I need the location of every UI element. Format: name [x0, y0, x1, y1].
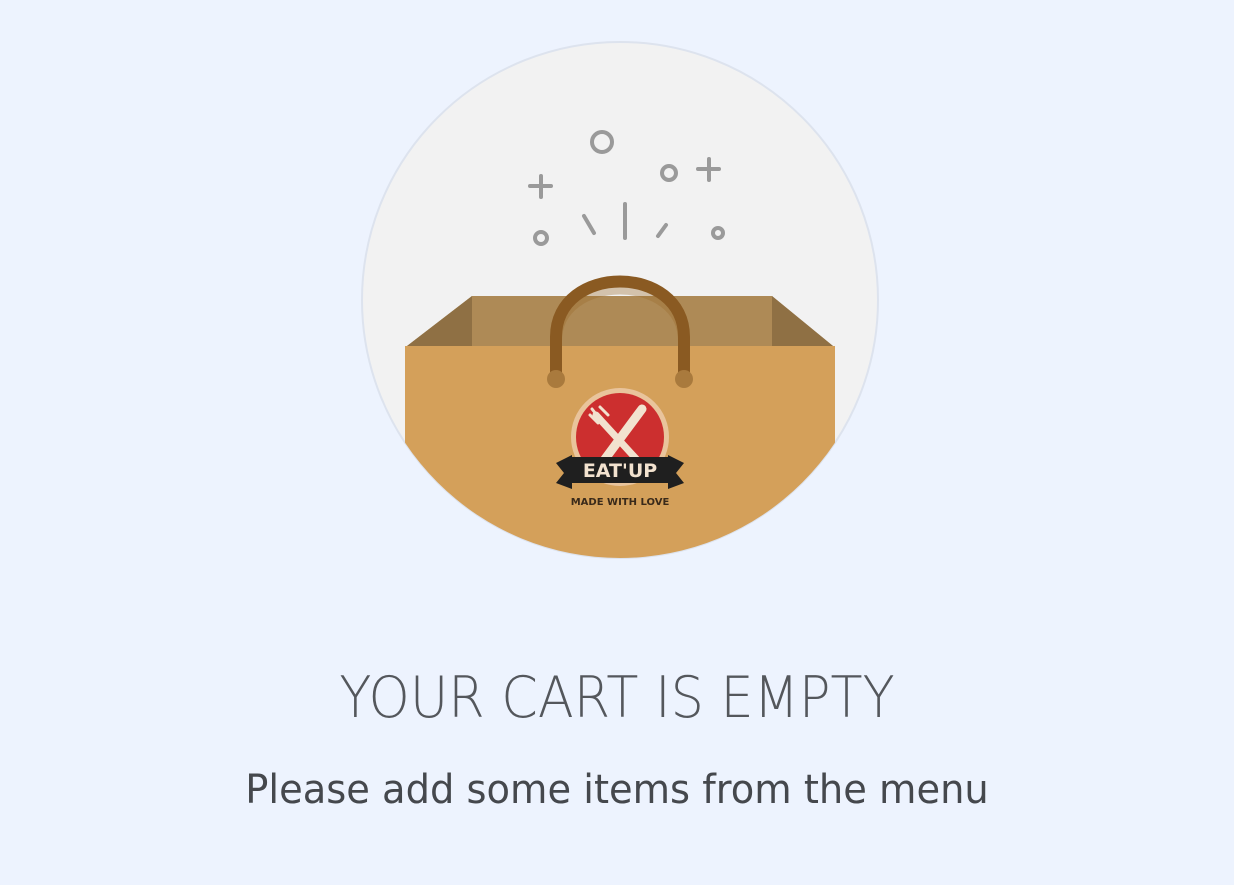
empty-cart-screen: EAT'UP MADE WITH LOVE YOUR CART IS EMPTY… — [0, 0, 1234, 885]
empty-cart-title: YOUR CART IS EMPTY — [339, 665, 895, 731]
empty-cart-illustration: EAT'UP MADE WITH LOVE — [361, 41, 879, 559]
shopping-bag-icon: EAT'UP MADE WITH LOVE — [361, 41, 879, 559]
empty-cart-subtitle: Please add some items from the menu — [245, 767, 989, 813]
brand-tagline-text: MADE WITH LOVE — [571, 497, 670, 508]
brand-name-text: EAT'UP — [583, 460, 657, 482]
